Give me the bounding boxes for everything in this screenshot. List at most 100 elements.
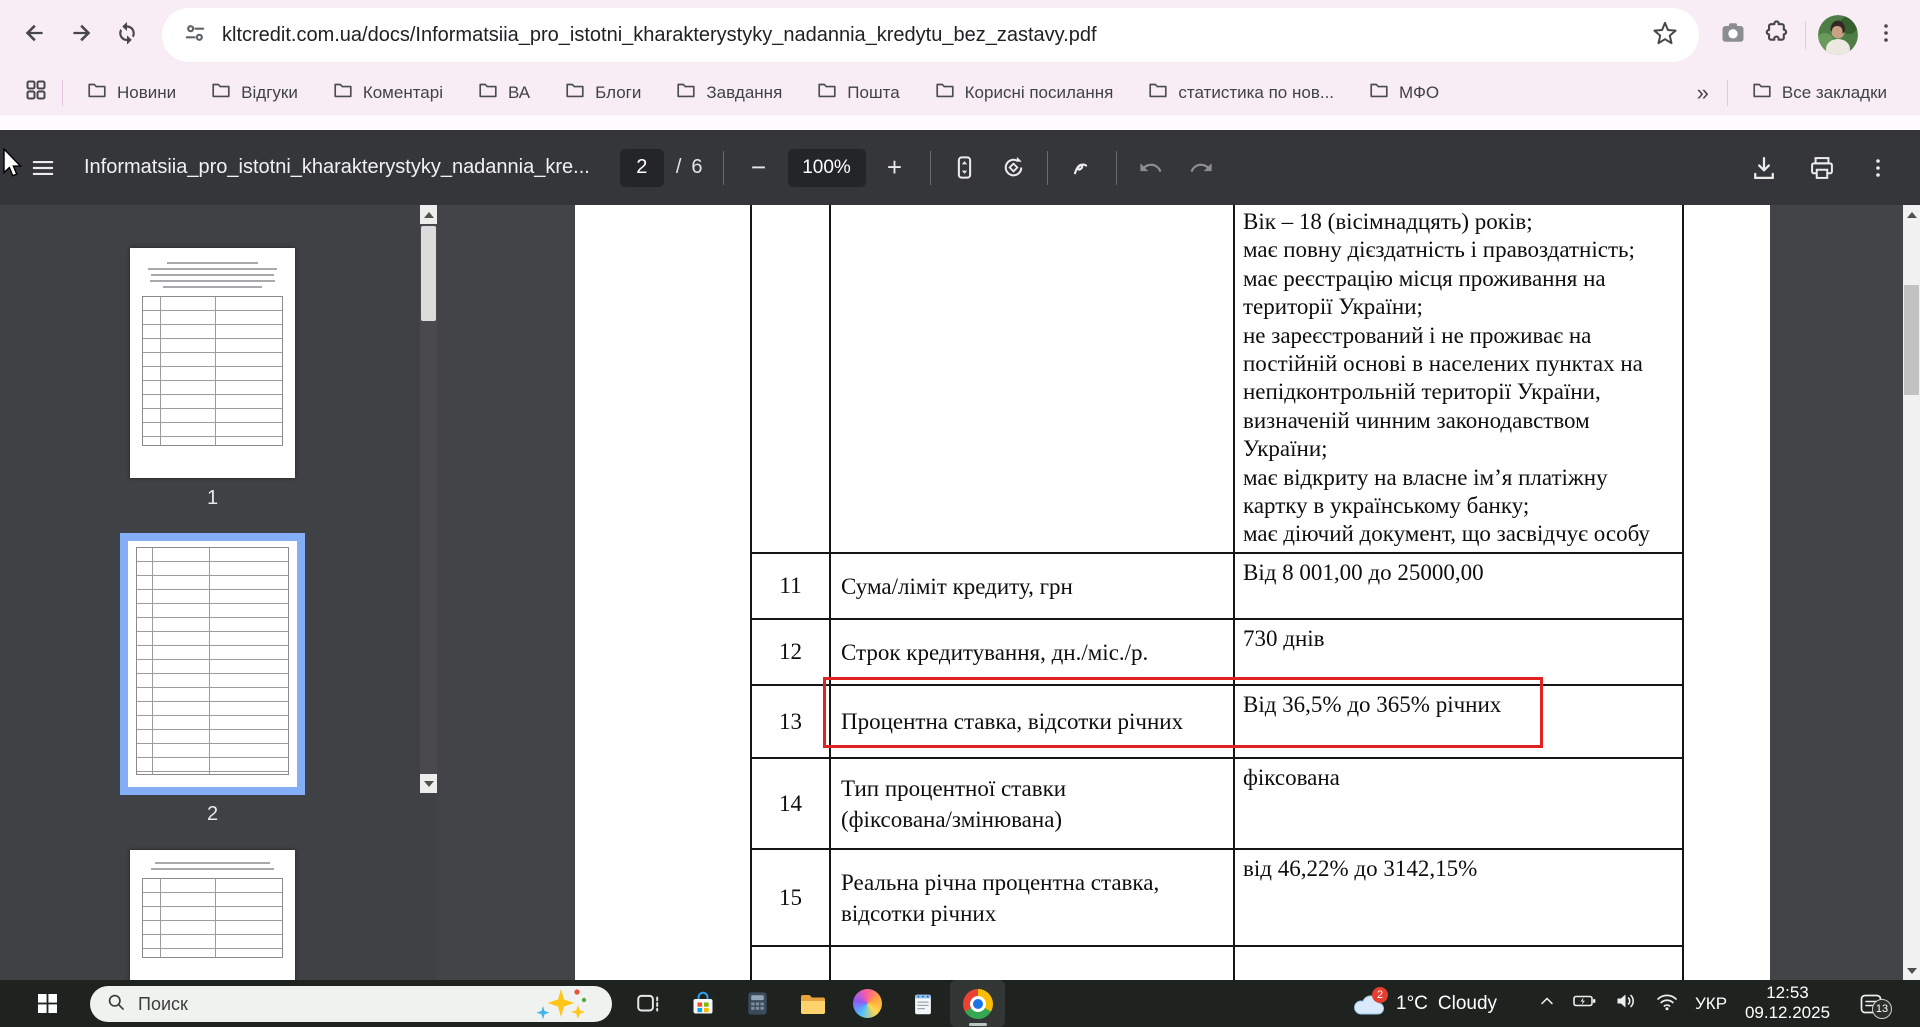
bookmark-folder-mfo[interactable]: МФО: [1351, 76, 1456, 110]
url-text[interactable]: kltcredit.com.ua/docs/Informatsiia_pro_i…: [222, 24, 1097, 47]
chrome-button-active[interactable]: [950, 980, 1005, 1027]
start-button[interactable]: [38, 980, 57, 1027]
sidebar-scrollbar-thumb[interactable]: [421, 226, 436, 321]
pdf-menu-button[interactable]: [30, 155, 56, 181]
screenshot-camera-button[interactable]: [1711, 13, 1755, 57]
apps-grid-icon[interactable]: [16, 78, 56, 107]
language-indicator[interactable]: УКР: [1695, 994, 1727, 1014]
zoom-out-button[interactable]: −: [744, 152, 774, 183]
pdf-more-options-button[interactable]: [1866, 156, 1890, 180]
forward-button[interactable]: [58, 12, 104, 58]
reload-button[interactable]: [104, 12, 150, 58]
main-scrollbar-thumb[interactable]: [1904, 285, 1919, 395]
cell-row-number: [752, 947, 829, 980]
task-view-icon: [635, 991, 661, 1017]
page-thumbnail-2-selected[interactable]: [120, 533, 305, 795]
folder-icon: [1147, 79, 1169, 106]
table-row-15: 15 Реальна річна процентна ставка, відсо…: [752, 848, 1682, 945]
page-thumbnail-2: [128, 541, 297, 787]
bookmark-label: Коментарі: [363, 83, 443, 103]
zoom-in-button[interactable]: +: [880, 152, 910, 183]
redo-icon: [1188, 154, 1215, 181]
condition-line: території України;: [1243, 293, 1674, 321]
zoom-level[interactable]: 100%: [788, 149, 866, 187]
document-table: Вік – 18 (вісімнадцять) років; має повну…: [750, 205, 1684, 980]
fit-page-button[interactable]: [951, 154, 978, 181]
notepad-icon: [910, 991, 936, 1017]
scroll-up-button[interactable]: [1903, 205, 1920, 224]
address-bar[interactable]: kltcredit.com.ua/docs/Informatsiia_pro_i…: [162, 8, 1699, 62]
download-button[interactable]: [1750, 154, 1778, 182]
wifi-icon[interactable]: [1654, 988, 1680, 1019]
condition-line: картку в українському банку;: [1243, 492, 1674, 520]
extensions-button[interactable]: [1755, 13, 1799, 57]
back-button[interactable]: [12, 12, 58, 58]
cell-row-value: фіксована: [1233, 759, 1682, 848]
redo-button[interactable]: [1188, 154, 1215, 181]
bookmark-folder-korysni-posylannia[interactable]: Корисні посилання: [917, 76, 1131, 110]
label-line: Реальна річна процентна ставка,: [841, 867, 1233, 898]
taskbar-clock[interactable]: 12:53 09.12.2025: [1735, 983, 1840, 1023]
bookmark-folder-blohy[interactable]: Блоги: [547, 76, 658, 110]
copilot-icon: [853, 989, 882, 1018]
label-line: (фіксована/змінювана): [841, 804, 1233, 835]
scroll-up-icon: [1907, 212, 1917, 218]
search-placeholder: Поиск: [138, 994, 188, 1015]
hidden-icons-chevron[interactable]: [1537, 991, 1557, 1016]
scroll-down-icon: [424, 781, 434, 787]
label-line: Сума/ліміт кредиту, грн: [841, 571, 1233, 602]
task-view-button[interactable]: [620, 980, 675, 1027]
bookmark-folder-novyny[interactable]: Новини: [69, 76, 193, 110]
toolbar-divider: [1805, 21, 1806, 49]
taskbar-search-box[interactable]: Поиск: [90, 986, 612, 1022]
undo-button[interactable]: [1137, 154, 1164, 181]
condition-line: Вік – 18 (вісімнадцять) років;: [1243, 208, 1674, 236]
all-bookmarks-folder[interactable]: Все закладки: [1734, 76, 1904, 110]
copilot-button[interactable]: [840, 980, 895, 1027]
bookmark-folder-statystyka[interactable]: статистика по нов...: [1130, 76, 1351, 110]
bookmark-label: Новини: [117, 83, 176, 103]
browser-menu-button[interactable]: [1864, 13, 1908, 57]
thumb-mini-table: [142, 878, 283, 958]
annotate-button[interactable]: [1068, 154, 1096, 182]
main-scrollbar[interactable]: [1903, 205, 1920, 980]
print-button[interactable]: [1808, 154, 1836, 182]
toolbar-divider: [1047, 151, 1048, 185]
cell-row-number: 14: [752, 759, 829, 848]
print-icon: [1808, 154, 1836, 182]
bookmark-folder-vidhuky[interactable]: Відгуки: [193, 76, 315, 110]
microsoft-store-button[interactable]: [675, 980, 730, 1027]
page-total: 6: [691, 156, 702, 179]
profile-avatar[interactable]: [1818, 15, 1858, 55]
page-thumbnail-1[interactable]: [130, 248, 295, 478]
weather-alert-badge: 2: [1372, 987, 1388, 1003]
scroll-down-button[interactable]: [1903, 961, 1920, 980]
cell-row-value: [1233, 947, 1682, 980]
bookmark-folder-komentari[interactable]: Коментарі: [315, 76, 460, 110]
condition-line: має відкриту на власне ім’я платіжну: [1243, 464, 1674, 492]
bookmark-star-icon[interactable]: [1651, 19, 1679, 52]
battery-icon[interactable]: [1572, 988, 1598, 1019]
download-icon: [1750, 154, 1778, 182]
page-number-input[interactable]: 2: [620, 149, 664, 187]
cell-row-value: від 46,22% до 3142,15%: [1233, 850, 1682, 945]
rotate-button[interactable]: [1000, 154, 1027, 181]
bookmark-label: ВА: [508, 83, 530, 103]
bookmarks-overflow-chevron[interactable]: »: [1685, 80, 1721, 106]
bookmark-folder-zavdannia[interactable]: Завдання: [658, 76, 799, 110]
bookmark-folder-poshta[interactable]: Пошта: [799, 76, 916, 110]
file-explorer-button[interactable]: [785, 980, 840, 1027]
pdf-viewer: 1 2: [0, 205, 1920, 980]
speaker-icon[interactable]: [1613, 988, 1639, 1019]
page-thumbnail-3[interactable]: [130, 850, 295, 980]
sidebar-scroll-down-button[interactable]: [420, 774, 437, 793]
site-controls-icon[interactable]: [182, 20, 208, 51]
bookmark-folder-va[interactable]: ВА: [460, 76, 547, 110]
notification-center-button[interactable]: 13: [1858, 980, 1884, 1027]
sidebar-scroll-up-button[interactable]: [420, 205, 437, 224]
taskbar-weather-widget[interactable]: 2 1°C Cloudy: [1352, 980, 1497, 1027]
calculator-button[interactable]: [730, 980, 785, 1027]
toolbar-divider: [930, 151, 931, 185]
notepad-button[interactable]: [895, 980, 950, 1027]
sidebar-scrollbar[interactable]: [420, 205, 437, 793]
